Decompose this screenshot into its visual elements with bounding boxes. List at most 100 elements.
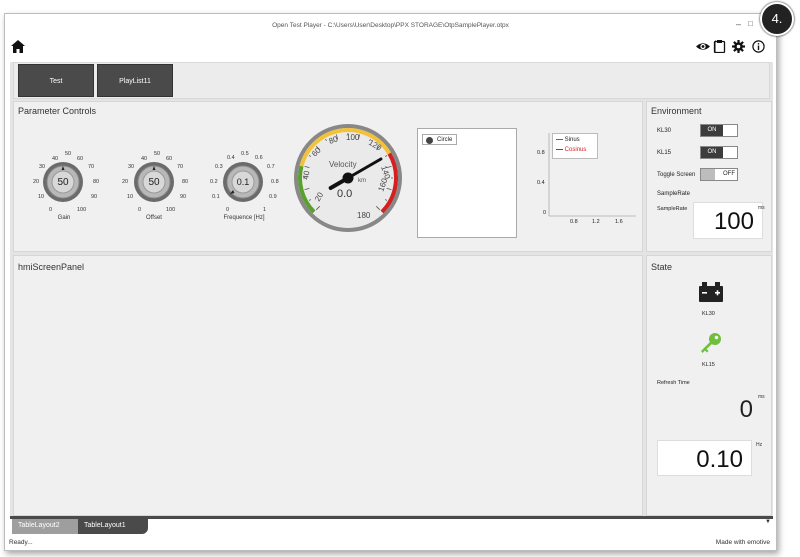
toggle-screen-state: OFF [723, 171, 735, 177]
chart-y-tick-0-8: 0.8 [537, 150, 545, 156]
kl15-label: KL15 [657, 150, 672, 156]
title-bar: Open Test Player - C:\Users\User\Desktop… [5, 14, 776, 36]
tab-test[interactable]: Test [18, 64, 94, 97]
kl15-toggle-state: ON [701, 147, 723, 158]
offset-knob-value: 50 [148, 177, 160, 188]
samplerate-field[interactable]: 100 [693, 202, 763, 239]
offset-tick-50: 50 [154, 151, 161, 157]
velocity-value: 0.0 [337, 188, 352, 200]
refresh-time-label: Refresh Time [657, 380, 690, 386]
status-ready: Ready... [9, 539, 33, 546]
window-title: Open Test Player - C:\Users\User\Desktop… [272, 22, 509, 29]
state-title: State [651, 262, 673, 272]
freq-tick-0-8: 0.8 [271, 179, 279, 185]
velocity-unit: km [358, 178, 366, 184]
freq-tick-0: 0 [226, 207, 230, 213]
main-area: Test PlayList11 Parameter Controls 50 0 … [10, 62, 773, 518]
freq-tick-0-6: 0.6 [255, 155, 263, 161]
offset-knob[interactable]: 50 [125, 150, 183, 210]
offset-tick-60: 60 [166, 156, 173, 162]
tab-tablelayout1[interactable]: TableLayout1 [78, 519, 148, 534]
gain-tick-40: 40 [52, 156, 59, 162]
environment-panel: Environment KL30 ON KL15 ON Toggle Scree… [646, 101, 772, 252]
samplerate-unit: ms [758, 205, 765, 211]
tab-playlist11[interactable]: PlayList11 [97, 64, 173, 97]
chart-x-tick-0-8: 0.8 [570, 219, 578, 225]
toggle-screen-toggle[interactable]: OFF [700, 168, 738, 181]
freq-tick-0-3: 0.3 [215, 164, 223, 170]
kl15-toggle[interactable]: ON [700, 146, 738, 159]
gear-icon[interactable] [732, 40, 745, 53]
refresh-time-value: 0 [739, 396, 753, 423]
parameter-controls-title: Parameter Controls [18, 106, 97, 116]
refresh-time-unit: ms [758, 394, 765, 400]
shape-legend: Circle [422, 134, 458, 145]
minimize-button[interactable]: – [736, 19, 741, 29]
samplerate-value: 100 [713, 208, 754, 235]
hmi-screen-panel: hmiScreenPanel [13, 255, 643, 516]
frequency-value: 0.10 [696, 446, 743, 473]
environment-title: Environment [651, 106, 702, 116]
eye-icon[interactable] [696, 40, 710, 53]
gain-tick-90: 90 [91, 194, 98, 200]
tab-scroll-down-icon[interactable]: ▼ [765, 519, 771, 525]
gain-knob-value: 50 [57, 177, 69, 188]
freq-tick-0-1: 0.1 [212, 194, 220, 200]
battery-icon [699, 282, 723, 302]
key-icon [701, 333, 721, 353]
circle-icon [426, 137, 433, 144]
offset-tick-80: 80 [182, 179, 189, 185]
kl30-label: KL30 [657, 128, 672, 134]
legend-swatch-cosinus [556, 148, 563, 150]
status-made-with: Made with emotive [715, 539, 770, 546]
freq-tick-0-4: 0.4 [227, 155, 235, 161]
top-tab-bar: Test PlayList11 [13, 62, 770, 99]
info-icon[interactable] [752, 40, 765, 53]
gain-tick-50: 50 [65, 151, 72, 157]
hmi-screen-panel-title: hmiScreenPanel [18, 262, 85, 272]
freq-tick-0-2: 0.2 [210, 179, 218, 185]
gain-tick-10: 10 [38, 194, 45, 200]
frequency-field: 0.10 [657, 440, 752, 476]
clipboard-icon[interactable] [713, 40, 726, 53]
frequence-knob-value: 0.1 [236, 177, 250, 187]
gain-tick-30: 30 [39, 164, 46, 170]
gain-tick-20: 20 [33, 179, 40, 185]
legend-item-sinus: Sinus [556, 137, 580, 143]
kl30-toggle-state: ON [701, 125, 723, 136]
frequence-knob[interactable]: 0.1 [214, 150, 272, 210]
gauge-tick-180: 180 [357, 211, 371, 220]
toggle-screen-knob [701, 169, 715, 180]
offset-tick-90: 90 [180, 194, 187, 200]
offset-tick-0: 0 [138, 207, 142, 213]
signal-chart: 0.8 0.4 0 0.8 1.2 1.6 Sinus Cosinus [534, 128, 639, 228]
frequency-unit: Hz [756, 442, 763, 448]
gain-tick-70: 70 [88, 164, 95, 170]
offset-tick-20: 20 [122, 179, 129, 185]
offset-tick-40: 40 [141, 156, 148, 162]
gain-knob[interactable]: 50 [34, 150, 92, 210]
bottom-tab-bar: TableLayout2 TableLayout1 ▼ [10, 516, 773, 536]
tab-tablelayout2[interactable]: TableLayout2 [12, 519, 78, 534]
kl30-toggle[interactable]: ON [700, 124, 738, 137]
legend-swatch-sinus [556, 138, 563, 140]
home-icon[interactable] [11, 40, 25, 53]
velocity-gauge: 20 40 60 80 100 120 140 160 180 Velocity… [294, 124, 402, 232]
samplerate-label: SampleRate [657, 191, 691, 197]
offset-tick-30: 30 [128, 164, 135, 170]
gain-tick-60: 60 [77, 156, 84, 162]
chart-y-tick-0: 0 [543, 210, 547, 216]
freq-tick-1: 1 [263, 207, 267, 213]
gain-tick-80: 80 [93, 179, 100, 185]
legend-label-cosinus: Cosinus [564, 147, 587, 153]
freq-tick-0-7: 0.7 [267, 164, 275, 170]
maximize-button[interactable]: □ [748, 19, 753, 28]
offset-label: Offset [146, 215, 162, 221]
shape-legend-label: Circle [437, 137, 453, 143]
offset-tick-70: 70 [177, 164, 184, 170]
chart-y-tick-0-4: 0.4 [537, 180, 545, 186]
gauge-tick-100: 100 [346, 133, 360, 142]
gain-tick-0: 0 [49, 207, 53, 213]
chart-x-tick-1-6: 1.6 [615, 219, 623, 225]
legend-item-cosinus: Cosinus [556, 147, 586, 153]
